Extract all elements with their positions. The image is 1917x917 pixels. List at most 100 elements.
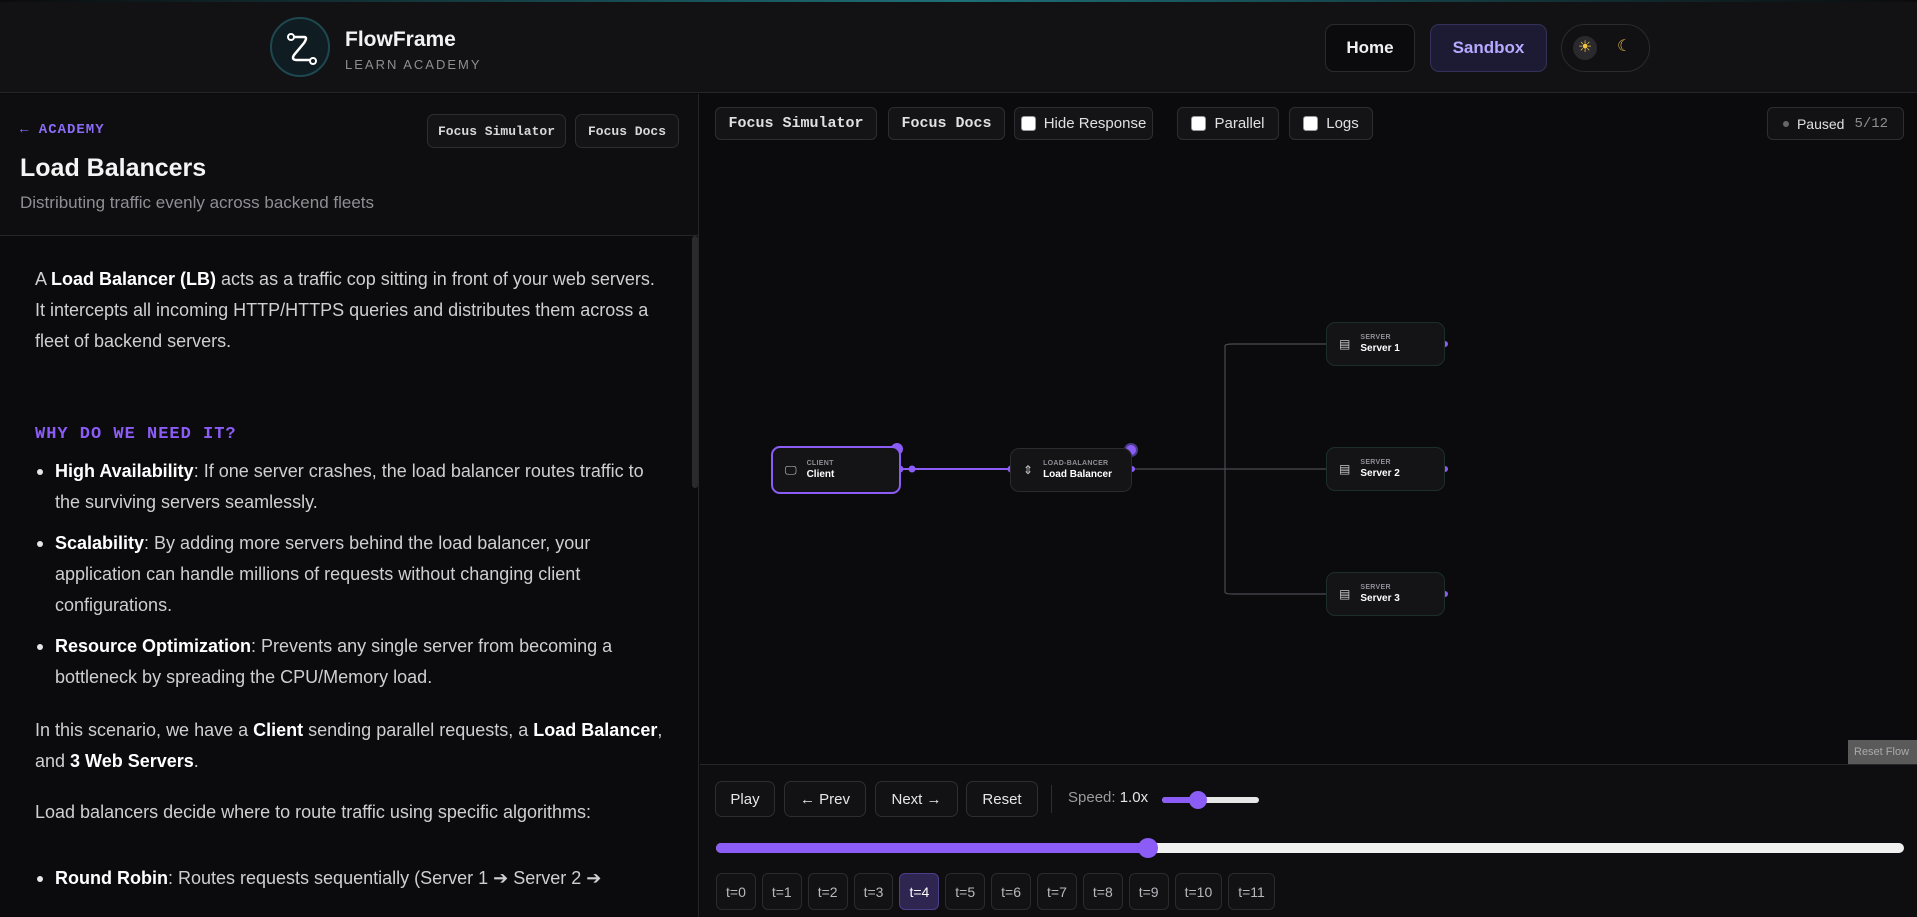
speed-readout: Speed: 1.0x xyxy=(1068,789,1148,806)
step-button-t-4[interactable]: t=4 xyxy=(899,873,940,910)
algo-intro: Load balancers decide where to route tra… xyxy=(35,802,591,822)
list-item: Scalability: By adding more servers behi… xyxy=(35,528,665,621)
edge-lb-servers xyxy=(1132,343,1329,595)
nav-home-button[interactable]: Home xyxy=(1325,24,1415,72)
node-name: Server 1 xyxy=(1360,343,1400,354)
bullet-text: : Routes requests sequentially (Server 1… xyxy=(167,868,602,888)
step-button-t-0[interactable]: t=0 xyxy=(716,873,756,910)
step-button-t-2[interactable]: t=2 xyxy=(807,873,848,910)
step-counter: 5/12 xyxy=(1854,115,1889,132)
sim-focus-simulator-button[interactable]: Focus Simulator xyxy=(715,107,877,140)
server-icon: ▤ xyxy=(1339,337,1351,351)
benefits-list: High Availability: If one server crashes… xyxy=(35,456,665,693)
focus-docs-button[interactable]: Focus Docs xyxy=(575,114,679,148)
sun-icon[interactable]: ☀ xyxy=(1573,36,1597,60)
parallel-label: Parallel xyxy=(1214,115,1265,132)
timeline-fill xyxy=(716,843,1149,853)
bullet-bold: Scalability xyxy=(55,533,145,553)
step-button-t-10[interactable]: t=10 xyxy=(1174,873,1223,910)
timeline-handle[interactable] xyxy=(1138,838,1159,858)
step-button-t-8[interactable]: t=8 xyxy=(1082,873,1123,910)
step-button-t-6[interactable]: t=6 xyxy=(991,873,1032,910)
server-2-node[interactable]: ▤ SERVER Server 2 xyxy=(1326,447,1445,491)
logs-checkbox[interactable] xyxy=(1303,116,1319,131)
page-subtitle: Distributing traffic evenly across backe… xyxy=(20,193,375,212)
algo-list: Round Robin: Routes requests sequentiall… xyxy=(35,863,665,894)
why-heading: WHY DO WE NEED IT? xyxy=(35,425,237,444)
balance-icon: ⇕ xyxy=(1023,463,1034,477)
step-button-t-7[interactable]: t=7 xyxy=(1037,873,1077,910)
intro-bold: Load Balancer (LB) xyxy=(51,269,217,289)
parallel-toggle[interactable]: Parallel xyxy=(1177,107,1279,140)
intro-text-1: A xyxy=(35,269,52,289)
focus-simulator-button[interactable]: Focus Simulator xyxy=(427,114,566,148)
timeline-slider[interactable] xyxy=(716,838,1904,858)
step-button-t-3[interactable]: t=3 xyxy=(853,873,894,910)
docs-content: A Load Balancer (LB) acts as a traffic c… xyxy=(35,264,665,904)
node-kind: SERVER xyxy=(1360,334,1391,341)
play-button[interactable]: Play xyxy=(715,781,775,817)
step-button-t-9[interactable]: t=9 xyxy=(1128,873,1169,910)
nav-sandbox-button[interactable]: Sandbox xyxy=(1430,24,1547,72)
hide-response-label: Hide Response xyxy=(1043,115,1147,132)
list-item: Round Robin: Routes requests sequentiall… xyxy=(35,863,665,894)
bullet-bold: Round Robin xyxy=(55,868,168,888)
intro-paragraph: A Load Balancer (LB) acts as a traffic c… xyxy=(35,264,665,357)
playback-controls: Play ← Prev Next → Reset Speed: 1.0x t=0… xyxy=(700,764,1917,917)
node-name: Load Balancer xyxy=(1043,469,1112,480)
server-icon: ▤ xyxy=(1339,587,1351,601)
scenario-text: . xyxy=(193,751,199,771)
logs-toggle[interactable]: Logs xyxy=(1289,107,1373,140)
back-to-academy-link[interactable]: ← ACADEMY xyxy=(20,122,105,138)
page-title: Load Balancers xyxy=(20,154,207,182)
docs-header: ← ACADEMY Focus Simulator Focus Docs Loa… xyxy=(0,94,698,236)
node-kind: SERVER xyxy=(1360,459,1391,466)
status-badge: Paused 5/12 xyxy=(1767,107,1904,140)
speed-slider-handle[interactable] xyxy=(1188,791,1207,809)
brand: FlowFrame LEARN ACADEMY xyxy=(345,28,482,72)
reset-button[interactable]: Reset xyxy=(966,781,1038,817)
scenario-bold: 3 Web Servers xyxy=(70,751,194,771)
docs-scrollbar[interactable] xyxy=(692,236,698,488)
prev-button[interactable]: ← Prev xyxy=(784,781,866,817)
step-button-t-5[interactable]: t=5 xyxy=(945,873,986,910)
reset-flow-button[interactable]: Reset Flow xyxy=(1848,740,1917,764)
flow-canvas[interactable]: 🖵 CLIENT Client ⇕ LOAD-BALANCER Load Balan… xyxy=(700,154,1917,764)
scenario-bold: Client xyxy=(253,720,304,740)
sim-focus-docs-button[interactable]: Focus Docs xyxy=(888,107,1005,140)
parallel-checkbox[interactable] xyxy=(1191,116,1207,131)
status-text: Paused xyxy=(1796,115,1845,132)
scenario-text: sending parallel requests, a xyxy=(303,720,534,740)
server-icon: ▤ xyxy=(1339,462,1351,476)
step-button-t-1[interactable]: t=1 xyxy=(761,873,802,910)
docs-panel: ← ACADEMY Focus Simulator Focus Docs Loa… xyxy=(0,94,699,917)
app-header: FlowFrame LEARN ACADEMY Home Sandbox ☀ ☾ xyxy=(0,2,1917,93)
step-button-t-11[interactable]: t=11 xyxy=(1228,873,1275,910)
server-1-node[interactable]: ▤ SERVER Server 1 xyxy=(1326,322,1445,366)
flowframe-logo[interactable] xyxy=(270,17,330,77)
theme-toggle[interactable]: ☀ ☾ xyxy=(1561,24,1650,72)
app-tagline: LEARN ACADEMY xyxy=(345,57,482,72)
next-button[interactable]: Next → xyxy=(875,781,958,817)
logs-label: Logs xyxy=(1326,115,1359,132)
step-buttons: t=0 t=1 t=2 t=3 t=4 t=5 t=6 t=7 t=8 t=9 t=10 t=11 xyxy=(716,873,1275,910)
edge-packet-dot xyxy=(908,465,916,473)
status-dot-icon xyxy=(1782,120,1789,127)
moon-icon[interactable]: ☾ xyxy=(1617,36,1631,56)
hide-response-checkbox[interactable] xyxy=(1020,116,1036,131)
load-balancer-node[interactable]: ⇕ LOAD-BALANCER Load Balancer xyxy=(1010,448,1132,492)
node-kind: LOAD-BALANCER xyxy=(1043,460,1109,467)
hide-response-toggle[interactable]: Hide Response xyxy=(1014,107,1153,140)
simulator-panel: Focus Simulator Focus Docs Hide Response… xyxy=(700,94,1917,917)
node-name: Server 3 xyxy=(1360,593,1400,604)
node-kind: SERVER xyxy=(1360,584,1391,591)
speed-value: 1.0x xyxy=(1119,789,1149,806)
node-kind: CLIENT xyxy=(806,460,834,467)
client-node[interactable]: 🖵 CLIENT Client xyxy=(771,446,901,494)
node-name: Client xyxy=(806,469,835,480)
monitor-icon: 🖵 xyxy=(785,462,797,477)
speed-slider[interactable] xyxy=(1162,791,1259,809)
logo-flow-icon xyxy=(287,33,317,65)
bullet-bold: High Availability xyxy=(55,461,194,481)
server-3-node[interactable]: ▤ SERVER Server 3 xyxy=(1326,572,1445,616)
